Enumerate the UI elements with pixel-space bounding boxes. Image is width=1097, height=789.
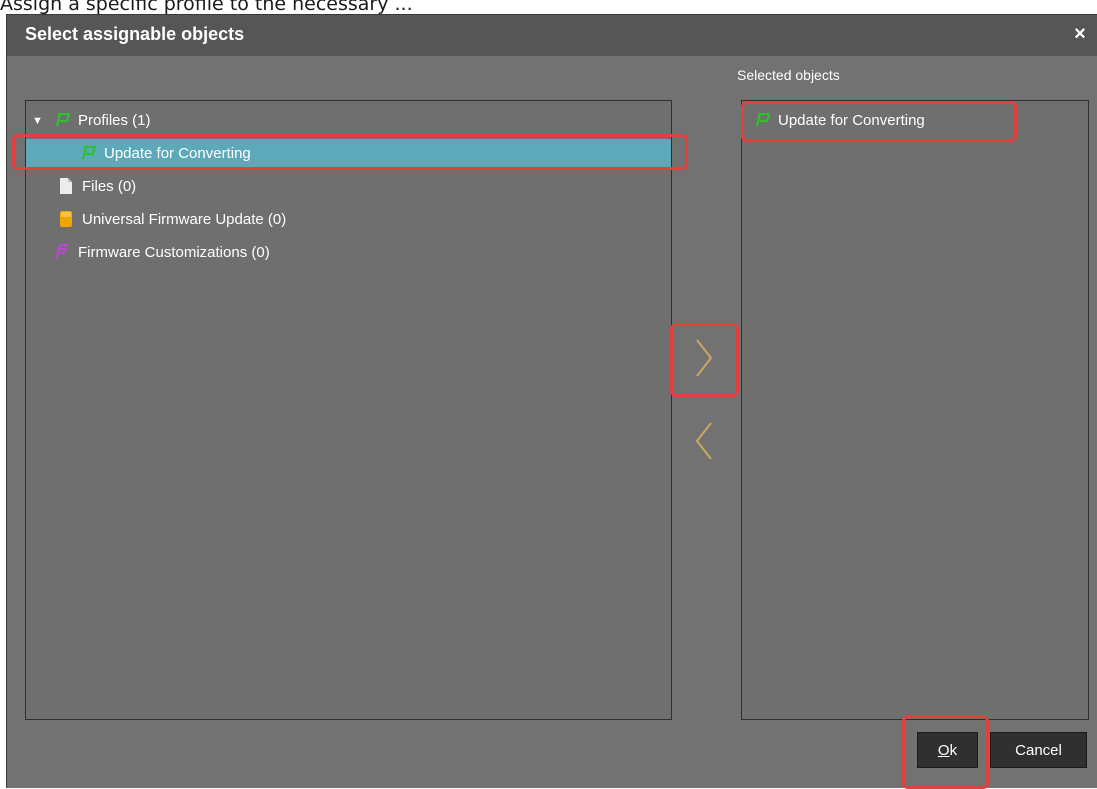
chevron-right-icon: [694, 338, 714, 383]
close-icon[interactable]: ×: [1069, 22, 1091, 46]
tree-node-label: Update for Converting: [104, 144, 251, 162]
tree-node-label: Firmware Customizations (0): [78, 243, 270, 261]
ok-label-rest: k: [949, 741, 958, 759]
file-icon: [58, 178, 74, 194]
firmware-update-icon: [58, 211, 74, 227]
tree-node-profiles[interactable]: ▼ Profiles (1): [26, 106, 671, 134]
tree-node-universal-firmware-update[interactable]: Universal Firmware Update (0): [26, 205, 671, 233]
tree-node-label: Files (0): [82, 177, 137, 195]
selected-objects-list[interactable]: Update for Converting: [741, 100, 1089, 720]
dialog-titlebar[interactable]: Select assignable objects ×: [7, 15, 1097, 56]
available-objects-tree[interactable]: ▼ Profiles (1) Update for Converting Fil…: [25, 100, 672, 720]
select-assignable-objects-dialog: Select assignable objects × Selected obj…: [6, 14, 1097, 789]
ok-mnemonic: O: [937, 741, 950, 759]
firmware-customization-icon: [54, 244, 70, 260]
ok-button[interactable]: Ok: [917, 732, 978, 768]
dialog-title: Select assignable objects: [25, 24, 245, 44]
tree-node-firmware-customizations[interactable]: Firmware Customizations (0): [26, 238, 671, 266]
tree-node-label: Universal Firmware Update (0): [82, 210, 287, 228]
add-to-selected-button[interactable]: [684, 335, 724, 385]
tree-node-label: Profiles (1): [78, 111, 151, 129]
expand-triangle-icon[interactable]: ▼: [32, 115, 43, 127]
profile-icon: [80, 145, 96, 161]
tree-node-update-for-converting[interactable]: Update for Converting: [26, 139, 671, 167]
cancel-button[interactable]: Cancel: [990, 732, 1087, 768]
profile-icon: [54, 112, 70, 128]
tree-node-files[interactable]: Files (0): [26, 172, 671, 200]
profile-icon: [754, 112, 770, 128]
background-page-text-line: Assign a specific profile to the necessa…: [0, 0, 413, 15]
chevron-left-icon: [694, 421, 714, 466]
selected-item-label: Update for Converting: [778, 111, 925, 129]
selected-item-update-for-converting[interactable]: Update for Converting: [742, 106, 1088, 134]
remove-from-selected-button[interactable]: [684, 418, 724, 468]
selected-objects-label: Selected objects: [737, 67, 840, 83]
